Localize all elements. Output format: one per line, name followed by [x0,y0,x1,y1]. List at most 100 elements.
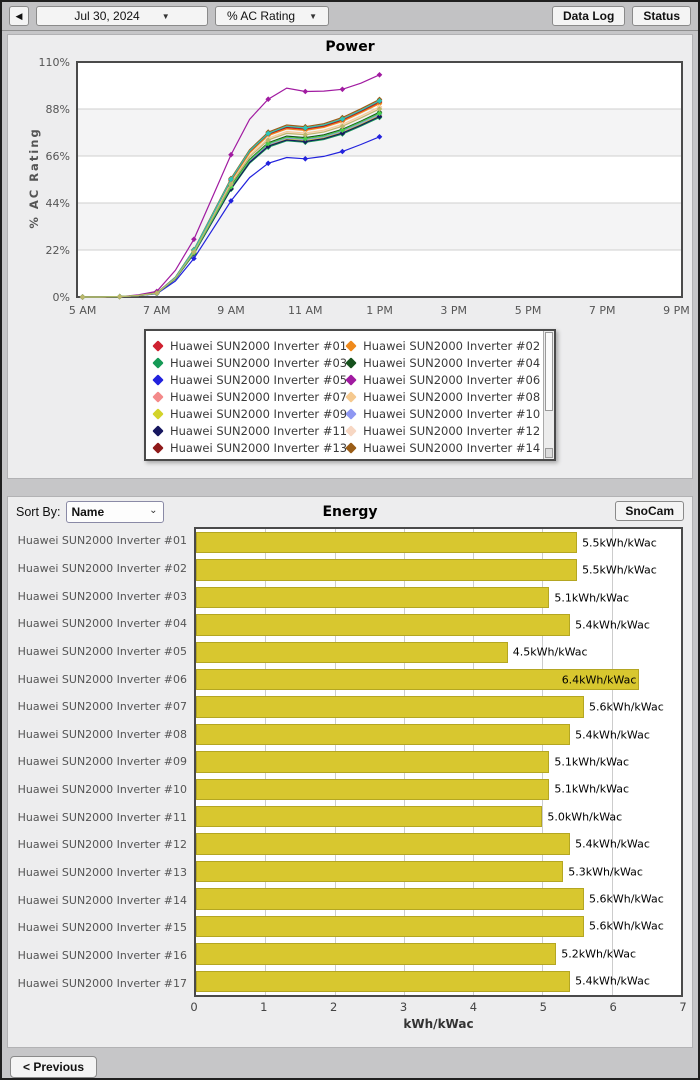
energy-bar-row: 5.6kWh/kWac [196,693,681,720]
metric-dropdown[interactable]: % AC Rating ▼ [215,6,329,26]
energy-bar [196,915,584,938]
svg-text:5 AM: 5 AM [69,304,97,317]
legend-label: Huawei SUN2000 Inverter #11 [170,423,348,438]
energy-row-label: Huawei SUN2000 Inverter #03 [17,589,187,603]
energy-bar-row: 5.1kWh/kWac [196,776,681,803]
power-y-axis-label: % AC Rating [27,127,41,229]
energy-bar [196,943,557,965]
svg-text:1 PM: 1 PM [366,304,393,317]
energy-bar [196,559,578,581]
energy-row-label: Huawei SUN2000 Inverter #15 [17,921,187,935]
sort-by-select[interactable]: Name [66,501,165,523]
legend-item[interactable]: Huawei SUN2000 Inverter #05 [152,371,348,388]
energy-chart: Huawei SUN2000 Inverter #01 Huawei SUN200… [8,527,692,997]
app-window: ◀ Jul 30, 2024 ▼ % AC Rating ▼ Data Log … [0,0,700,1080]
energy-x-axis-label: kWh/kWac [403,1017,474,1031]
energy-panel: Sort By: Name ⌄ Energy SnoCam Huawei SUN… [7,496,693,1048]
energy-chart-title: Energy [322,504,378,520]
energy-bar-value: 5.1kWh/kWac [554,782,630,796]
legend-diamond-icon [152,424,164,437]
energy-bar-value: 5.1kWh/kWac [554,591,630,605]
energy-row-label: Huawei SUN2000 Inverter #09 [17,755,187,769]
svg-text:88%: 88% [46,103,70,116]
energy-row-label: Huawei SUN2000 Inverter #11 [17,810,187,824]
energy-bar-row: 5.1kWh/kWac [196,748,681,775]
legend-item[interactable]: Huawei SUN2000 Inverter #02 [345,337,540,354]
legend-item[interactable]: Huawei SUN2000 Inverter #06 [345,371,541,388]
legend-item[interactable]: Huawei SUN2000 Inverter #11 [152,422,348,439]
legend-diamond-icon [345,373,357,386]
legend-diamond-icon [345,407,357,420]
energy-bar-row: 5.4kWh/kWac [196,611,681,638]
energy-bar-value: 5.0kWh/kWac [547,810,623,824]
svg-text:0%: 0% [53,291,70,304]
energy-x-tick: 4 [469,1000,478,1014]
svg-text:44%: 44% [46,197,70,210]
energy-bar-value: 6.4kWh/kWac [561,673,637,687]
date-dropdown[interactable]: Jul 30, 2024 ▼ [36,6,208,26]
energy-bar-value: 5.6kWh/kWac [589,700,664,714]
svg-text:3 PM: 3 PM [440,304,467,317]
legend-item[interactable]: Huawei SUN2000 Inverter #10 [345,405,540,422]
legend-item[interactable]: Huawei SUN2000 Inverter #13 [152,439,347,456]
data-log-button[interactable]: Data Log [551,6,626,26]
power-panel: Power % AC Rating 0% 22% 44% 66% 88% 110% 5 AM… [7,34,693,479]
legend-scrollbar[interactable] [543,331,554,459]
energy-bar-row: 5.4kWh/kWac [196,721,681,748]
energy-x-tick: 2 [330,1000,338,1014]
energy-row-label: Huawei SUN2000 Inverter #16 [17,948,187,962]
legend-item[interactable]: Huawei SUN2000 Inverter #08 [345,388,540,405]
legend-item[interactable]: Huawei SUN2000 Inverter #14 [345,439,540,456]
previous-day-button[interactable]: ◀ [9,6,29,26]
previous-button[interactable]: < Previous [10,1056,98,1078]
energy-bar-value: 5.1kWh/kWac [554,755,630,769]
legend-scroll-down-button[interactable] [545,448,553,458]
energy-bar [196,970,571,992]
energy-row-label: Huawei SUN2000 Inverter #17 [17,976,187,990]
energy-row-label: Huawei SUN2000 Inverter #12 [17,838,187,852]
energy-bar-value: 5.4kWh/kWac [575,837,650,851]
energy-bar [196,696,584,718]
legend-item[interactable]: Huawei SUN2000 Inverter #03 [152,354,347,371]
energy-bar [196,833,571,855]
sort-by-label: Sort By: [16,505,61,519]
energy-bar-row: 5.1kWh/kWac [196,584,681,611]
status-button[interactable]: Status [632,6,691,26]
energy-bar-row: 5.2kWh/kWac [196,940,681,967]
legend-diamond-icon [345,441,357,454]
energy-row-label: Huawei SUN2000 Inverter #13 [17,866,187,879]
energy-bar [196,532,578,554]
energy-bar-value: 5.2kWh/kWac [561,947,637,961]
legend-label: Huawei SUN2000 Inverter #06 [363,372,541,387]
energy-bar [196,751,550,773]
energy-bar-row: 5.4kWh/kWac [196,830,681,857]
chevron-down-icon: ▼ [161,11,170,21]
legend-item[interactable]: Huawei SUN2000 Inverter #12 [345,422,540,439]
energy-x-tick: 1 [260,1000,268,1014]
legend-item[interactable]: Huawei SUN2000 Inverter #01 [152,337,347,354]
legend-item[interactable]: Huawei SUN2000 Inverter #07 [152,388,347,405]
energy-row-label: Huawei SUN2000 Inverter #14 [17,893,187,907]
legend-diamond-icon [152,407,164,420]
energy-row-label: Huawei SUN2000 Inverter #05 [17,644,187,658]
legend-label: Huawei SUN2000 Inverter #09 [170,406,348,421]
energy-row-label: Huawei SUN2000 Inverter #10 [17,783,187,797]
energy-bar-value: 5.6kWh/kWac [589,919,664,933]
svg-text:110%: 110% [39,57,70,69]
legend-scrollbar-thumb[interactable] [545,332,553,412]
energy-bar [196,806,543,828]
energy-bar-value: 5.4kWh/kWac [575,728,650,742]
power-chart-title: Power [325,39,375,55]
energy-bar [196,723,571,746]
legend-diamond-icon [345,356,357,369]
legend-label: Huawei SUN2000 Inverter #05 [170,372,348,387]
legend-item[interactable]: Huawei SUN2000 Inverter #04 [345,354,541,371]
svg-text:9 PM: 9 PM [663,304,690,317]
date-label: Jul 30, 2024 [74,9,140,23]
snocam-button[interactable]: SnoCam [615,501,684,521]
energy-row-label: Huawei SUN2000 Inverter #04 [17,617,187,631]
svg-text:5 PM: 5 PM [515,304,542,317]
svg-text:11 AM: 11 AM [288,304,323,317]
legend-item[interactable]: Huawei SUN2000 Inverter #09 [152,405,348,422]
legend-label: Huawei SUN2000 Inverter #04 [363,355,541,370]
